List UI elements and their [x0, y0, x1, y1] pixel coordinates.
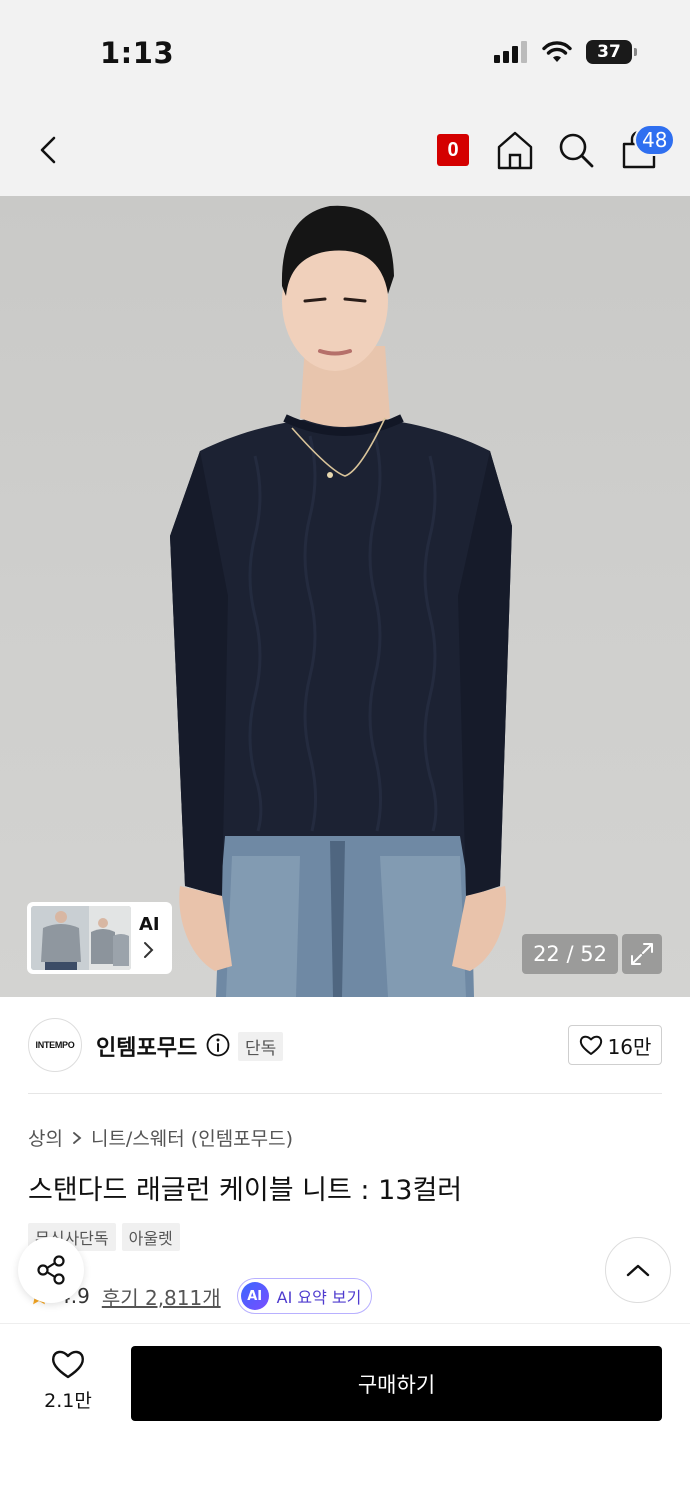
status-bar: 1:13 37 [0, 0, 690, 100]
ai-badge-icon: AI [240, 1282, 269, 1310]
brand-like-button[interactable]: 16만 [568, 1025, 662, 1065]
cart-count-badge: 48 [634, 124, 676, 156]
status-time: 1:13 [100, 36, 175, 70]
home-icon[interactable] [496, 130, 534, 170]
product-like-count: 2.1만 [44, 1390, 92, 1412]
ai-lookbook-thumbnail[interactable]: AI [27, 902, 172, 974]
bottom-action-bar: 2.1만 구매하기 [0, 1323, 690, 1500]
chevron-up-icon [626, 1264, 650, 1277]
thumbnail-photo [31, 906, 131, 970]
scroll-top-button[interactable] [605, 1237, 671, 1303]
info-icon[interactable] [206, 1033, 230, 1057]
product-title: 스탠다드 래글런 케이블 니트 : 13컬러 [28, 1175, 463, 1206]
buy-button[interactable]: 구매하기 [131, 1346, 662, 1421]
ai-summary-button[interactable]: AI AI 요약 보기 [236, 1278, 373, 1314]
zero-badge-button[interactable]: 0 [437, 134, 469, 166]
heart-icon [579, 1035, 602, 1055]
back-icon[interactable] [30, 132, 66, 168]
ai-summary-label: AI 요약 보기 [276, 1288, 362, 1307]
brand-logo[interactable]: INTEMPO [28, 1018, 82, 1072]
share-button[interactable] [18, 1237, 84, 1303]
reviews-link[interactable]: 후기 2,811개 [102, 1282, 221, 1311]
expand-button[interactable] [622, 934, 662, 974]
brand-like-count: 16만 [607, 1034, 652, 1059]
chevron-right-icon [144, 942, 154, 958]
thumbnail-image [31, 906, 131, 970]
top-nav: 0 48 [0, 100, 690, 196]
heart-icon [52, 1350, 84, 1379]
breadcrumb-subcategory[interactable]: 니트/스웨터 (인템포무드) [91, 1124, 293, 1151]
divider [28, 1093, 662, 1094]
brand-row: INTEMPO 인템포무드 단독 16만 [0, 997, 690, 1093]
product-image-gallery[interactable]: AI 22 / 52 [0, 196, 690, 997]
share-icon [37, 1255, 65, 1285]
image-page-counter: 22 / 52 [522, 934, 618, 974]
breadcrumb: 상의 니트/스웨터 (인템포무드) [28, 1124, 293, 1151]
expand-icon [631, 943, 653, 965]
wifi-icon [542, 41, 572, 62]
ai-label: AI [139, 914, 160, 935]
breadcrumb-category[interactable]: 상의 [28, 1124, 63, 1151]
product-photo [170, 205, 512, 997]
battery-icon: 37 [586, 40, 637, 64]
signal-icon [494, 41, 527, 63]
chevron-right-icon [73, 1131, 82, 1144]
brand-name[interactable]: 인템포무드 [96, 1030, 197, 1062]
product-like-button[interactable]: 2.1만 [28, 1348, 108, 1413]
tag-outlet: 아울렛 [121, 1223, 180, 1251]
search-icon[interactable] [557, 130, 595, 170]
status-icons: 37 [494, 40, 637, 64]
exclusive-badge: 단독 [238, 1032, 284, 1061]
